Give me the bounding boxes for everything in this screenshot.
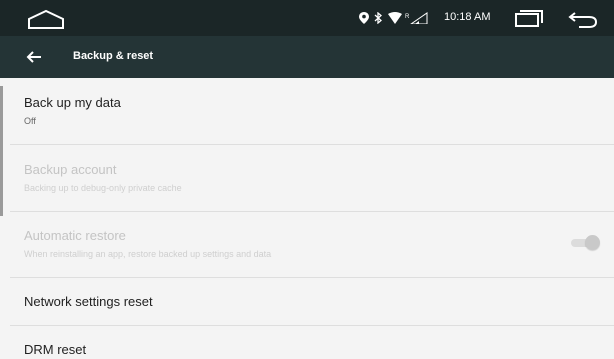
setting-title: Back up my data: [24, 95, 121, 110]
recents-icon[interactable]: [513, 10, 545, 28]
status-time: 10:18 AM: [444, 11, 491, 23]
setting-title: Automatic restore: [24, 228, 126, 243]
settings-list: Back up my data Off Backup account Backi…: [0, 78, 614, 359]
arrow-back-icon[interactable]: [24, 47, 44, 67]
cellular-signal-icon: R: [405, 12, 428, 24]
setting-subtitle: When reinstalling an app, restore backed…: [24, 249, 272, 259]
setting-drm-reset[interactable]: DRM reset: [0, 326, 614, 359]
setting-automatic-restore[interactable]: Automatic restore When reinstalling an a…: [0, 212, 614, 277]
setting-subtitle: Backing up to debug-only private cache: [24, 183, 182, 193]
setting-title: DRM reset: [24, 342, 87, 357]
toggle-thumb: [585, 235, 600, 250]
page-title: Backup & reset: [73, 50, 154, 62]
home-icon[interactable]: [26, 8, 66, 30]
location-icon: [359, 12, 369, 24]
back-icon[interactable]: [567, 9, 599, 29]
setting-title: Network settings reset: [24, 294, 153, 309]
wifi-icon: [388, 12, 402, 24]
bluetooth-icon: [374, 12, 382, 24]
setting-back-up-my-data[interactable]: Back up my data Off: [0, 78, 614, 144]
setting-subtitle: Off: [24, 116, 36, 126]
setting-network-settings-reset[interactable]: Network settings reset: [0, 278, 614, 325]
app-toolbar: Backup & reset: [0, 36, 614, 78]
svg-text:R: R: [405, 14, 410, 20]
setting-backup-account[interactable]: Backup account Backing up to debug-only …: [0, 145, 614, 211]
automatic-restore-toggle[interactable]: [571, 233, 601, 253]
setting-title: Backup account: [24, 162, 117, 177]
status-bar: R 10:18 AM: [0, 0, 614, 36]
